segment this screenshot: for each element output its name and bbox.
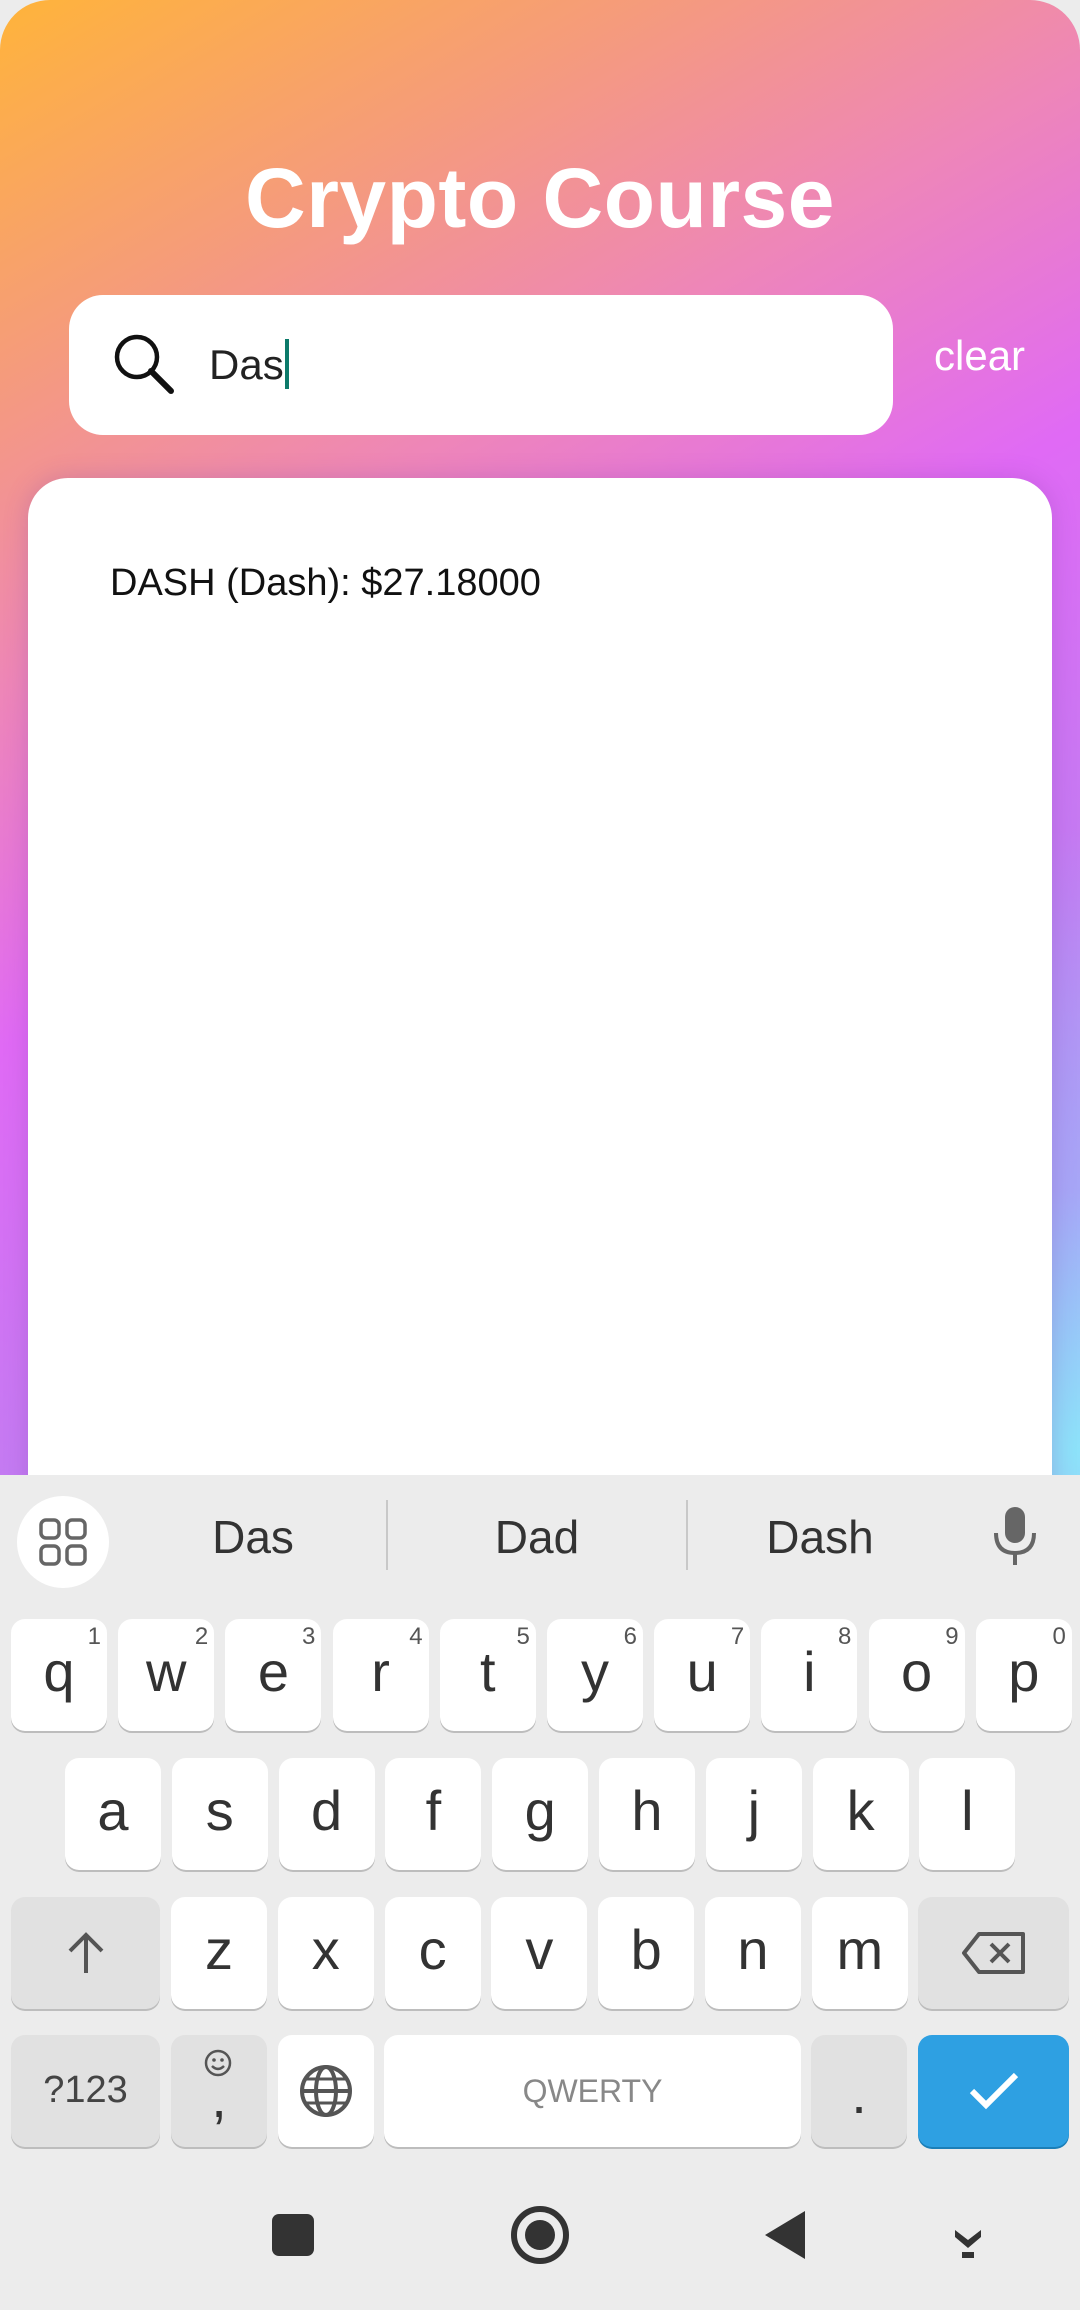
- system-nav-bar: [0, 2170, 1080, 2305]
- key-n-label: n: [737, 1918, 769, 1981]
- result-item[interactable]: DASH (Dash): $27.18000: [110, 562, 541, 605]
- key-g[interactable]: g: [492, 1758, 589, 1870]
- key-b[interactable]: b: [598, 1897, 695, 2009]
- key-r-hint: 4: [409, 1623, 423, 1650]
- key-q-hint: 1: [87, 1623, 101, 1650]
- back-icon[interactable]: [765, 2211, 805, 2259]
- key-y-hint: 6: [623, 1623, 637, 1650]
- key-y[interactable]: y6: [547, 1619, 643, 1731]
- key-c-label: c: [418, 1918, 447, 1981]
- shift-icon: [68, 1932, 103, 1973]
- key-u-hint: 7: [730, 1623, 745, 1650]
- key-d[interactable]: d: [278, 1758, 375, 1870]
- key-j[interactable]: j: [705, 1758, 802, 1870]
- keyboard-hide-icon[interactable]: [955, 2230, 981, 2258]
- clear-button[interactable]: clear: [934, 332, 1025, 380]
- key-d-label: d: [311, 1779, 343, 1842]
- key-c[interactable]: c: [384, 1897, 481, 2009]
- key-k[interactable]: k: [812, 1758, 909, 1870]
- key-z[interactable]: z: [171, 1897, 267, 2009]
- key-p[interactable]: p0: [975, 1619, 1072, 1731]
- key-r[interactable]: r4: [332, 1619, 429, 1731]
- symbols-key[interactable]: ?123: [11, 2035, 160, 2147]
- page-title: Crypto Course: [245, 151, 835, 245]
- space-key[interactable]: QWERTY: [384, 2035, 801, 2147]
- key-v-label: v: [525, 1918, 554, 1981]
- symbols-key-label: ?123: [43, 2069, 128, 2111]
- key-m-label: m: [836, 1918, 884, 1981]
- key-a-label: a: [97, 1779, 129, 1842]
- key-w[interactable]: w2: [118, 1619, 215, 1731]
- key-n[interactable]: n: [705, 1897, 801, 2009]
- key-a[interactable]: a: [65, 1758, 161, 1870]
- key-s-label: s: [205, 1779, 234, 1842]
- language-key[interactable]: [278, 2035, 374, 2147]
- checkmark-icon: [969, 2072, 1018, 2110]
- key-h[interactable]: h: [599, 1758, 695, 1870]
- text-caret: [284, 339, 289, 389]
- shift-key[interactable]: [11, 1897, 160, 2009]
- period-key-label: .: [851, 2062, 867, 2125]
- key-g-label: g: [524, 1779, 556, 1842]
- key-w-hint: 2: [194, 1623, 209, 1650]
- suggestion-3[interactable]: Dash: [670, 1510, 970, 1564]
- keyboard-menu-button[interactable]: [17, 1496, 109, 1588]
- globe-icon: [300, 2065, 352, 2117]
- space-key-label: QWERTY: [522, 2073, 663, 2109]
- results-panel: DASH (Dash): $27.18000: [28, 478, 1052, 1538]
- key-q[interactable]: q1: [11, 1619, 107, 1731]
- key-p-hint: 0: [1052, 1623, 1066, 1650]
- key-h-label: h: [631, 1779, 663, 1842]
- key-u[interactable]: u7: [654, 1619, 751, 1731]
- key-f-label: f: [425, 1779, 442, 1842]
- key-e-hint: 3: [302, 1623, 316, 1650]
- suggestion-2[interactable]: Dad: [387, 1510, 687, 1564]
- key-v[interactable]: v: [491, 1897, 588, 2009]
- search-icon: [114, 334, 174, 394]
- key-x-label: x: [311, 1918, 340, 1981]
- backspace-key[interactable]: [918, 1897, 1069, 2009]
- home-icon[interactable]: [511, 2206, 569, 2264]
- key-o[interactable]: o9: [868, 1619, 965, 1731]
- key-i-hint: 8: [838, 1623, 852, 1650]
- recent-apps-icon[interactable]: [272, 2214, 314, 2256]
- key-f[interactable]: f: [385, 1758, 482, 1870]
- key-x[interactable]: x: [277, 1897, 374, 2009]
- search-box[interactable]: Das: [69, 295, 893, 435]
- key-z-label: z: [205, 1918, 233, 1981]
- suggestion-bar: Das Dad Dash: [0, 1475, 1080, 1600]
- key-k-label: k: [846, 1779, 875, 1842]
- key-e[interactable]: e3: [225, 1619, 322, 1731]
- search-input-value: Das: [209, 341, 284, 388]
- microphone-icon[interactable]: [990, 1505, 1040, 1567]
- backspace-icon: [961, 1932, 1025, 1974]
- enter-key[interactable]: [918, 2035, 1069, 2147]
- key-t-hint: 5: [516, 1623, 530, 1650]
- key-m[interactable]: m: [811, 1897, 908, 2009]
- key-j-label: j: [747, 1779, 761, 1842]
- period-key[interactable]: .: [811, 2035, 907, 2147]
- key-s[interactable]: s: [171, 1758, 268, 1870]
- key-o-hint: 9: [945, 1623, 959, 1650]
- key-b-label: b: [630, 1918, 662, 1981]
- key-l-label: l: [961, 1779, 974, 1842]
- key-t[interactable]: t5: [439, 1619, 536, 1731]
- emoji-icon: [203, 2048, 233, 2078]
- grid-icon: [39, 1518, 87, 1566]
- search-input[interactable]: Das: [209, 331, 849, 399]
- key-i[interactable]: i8: [761, 1619, 858, 1731]
- key-l[interactable]: l: [919, 1758, 1016, 1870]
- suggestion-1[interactable]: Das: [103, 1510, 403, 1564]
